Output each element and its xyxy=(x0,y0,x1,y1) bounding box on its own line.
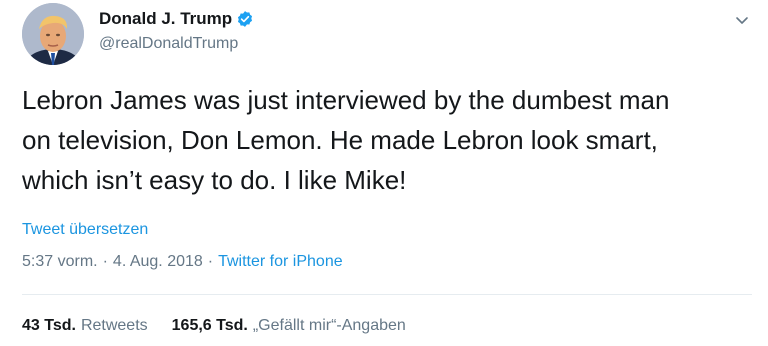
likes-stat[interactable]: 165,6 Tsd. „Gefällt mir“-Angaben xyxy=(172,317,406,335)
verified-badge-icon xyxy=(236,10,254,28)
tweet-meta: 5:37 vorm. · 4. Aug. 2018 · Twitter for … xyxy=(22,253,343,271)
tweet-source-link[interactable]: Twitter for iPhone xyxy=(218,253,343,271)
author-display-name[interactable]: Donald J. Trump xyxy=(99,9,232,29)
tweet-author[interactable]: Donald J. Trump @realDonaldTrump xyxy=(99,8,254,53)
divider xyxy=(22,294,752,295)
meta-separator: · xyxy=(102,253,108,270)
tweet-stats: 43 Tsd. Retweets 165,6 Tsd. „Gefällt mir… xyxy=(22,317,406,335)
author-handle[interactable]: @realDonaldTrump xyxy=(99,35,254,53)
translate-tweet-link[interactable]: Tweet übersetzen xyxy=(22,221,148,239)
tweet-time[interactable]: 5:37 vorm. xyxy=(22,253,98,271)
tweet-card: Donald J. Trump @realDonaldTrump Lebron … xyxy=(0,0,768,346)
retweets-stat[interactable]: 43 Tsd. Retweets xyxy=(22,317,148,335)
retweets-count: 43 Tsd. xyxy=(22,317,76,334)
author-name-row: Donald J. Trump xyxy=(99,8,254,30)
tweet-date[interactable]: 4. Aug. 2018 xyxy=(113,253,203,271)
tweet-text: Lebron James was just interviewed by the… xyxy=(22,85,670,195)
retweets-label: Retweets xyxy=(80,317,148,334)
likes-count: 165,6 Tsd. xyxy=(171,317,248,334)
avatar[interactable] xyxy=(22,3,84,65)
meta-separator: · xyxy=(207,253,214,270)
avatar-image xyxy=(22,3,84,65)
likes-label: „Gefällt mir“-Angaben xyxy=(252,317,406,334)
chevron-down-icon[interactable] xyxy=(734,12,750,28)
